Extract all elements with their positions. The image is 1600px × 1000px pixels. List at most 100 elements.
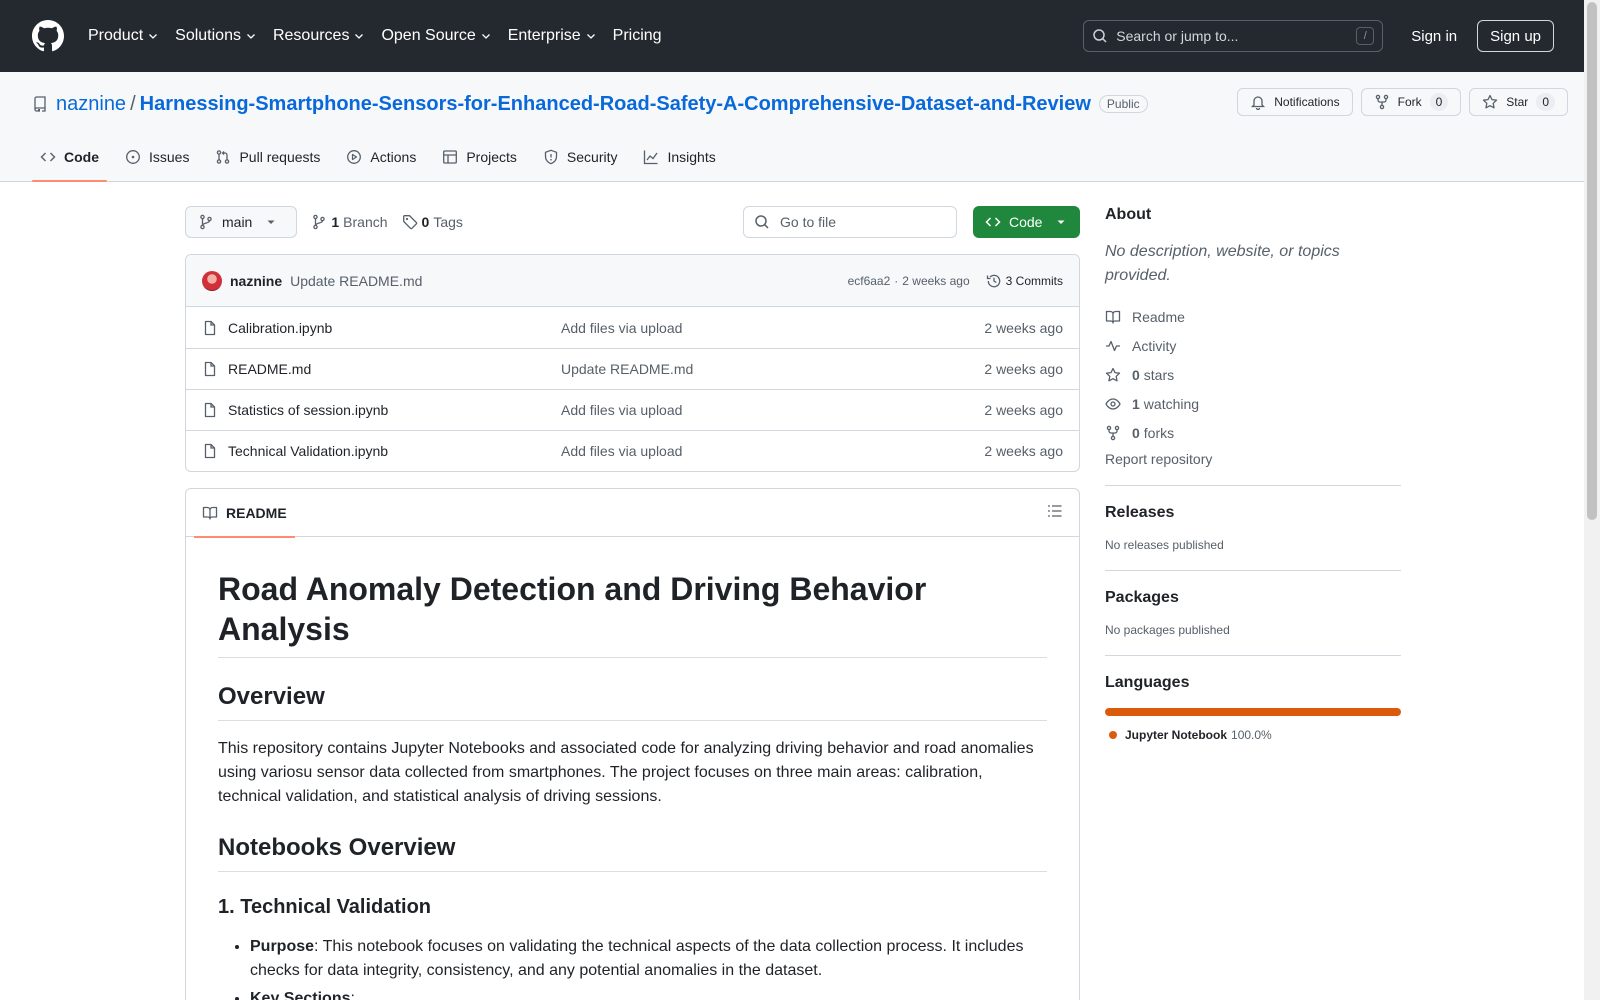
nav-product[interactable]: Product	[88, 27, 159, 45]
forks-link[interactable]: 0 forks	[1105, 418, 1401, 447]
file-name-link[interactable]: Statistics of session.ipynb	[228, 402, 388, 418]
tag-count: 0	[421, 214, 430, 230]
code-icon	[40, 149, 64, 165]
header-actions: Search or jump to... / Sign in Sign up	[1083, 0, 1554, 72]
file-icon	[202, 361, 228, 377]
file-commit-link[interactable]: Add files via upload	[561, 402, 682, 418]
language-name: Jupyter Notebook	[1125, 728, 1228, 742]
tab-security[interactable]: Security	[535, 133, 626, 181]
nav-enterprise[interactable]: Enterprise	[508, 27, 597, 45]
repo-icon	[32, 96, 48, 112]
tags-link[interactable]: 0 Tags	[402, 214, 463, 230]
table-row: Calibration.ipynb Add files via upload 2…	[186, 307, 1079, 348]
overview-paragraph: This repository contains Jupyter Noteboo…	[218, 740, 1034, 805]
bell-icon	[1250, 94, 1274, 110]
fork-count: 0	[1429, 93, 1449, 111]
report-repository-link[interactable]: Report repository	[1105, 451, 1401, 467]
file-name-link[interactable]: README.md	[228, 361, 311, 377]
global-search-input[interactable]: Search or jump to... /	[1083, 20, 1384, 52]
nav-resources[interactable]: Resources	[273, 27, 365, 45]
language-item[interactable]: Jupyter Notebook 100.0%	[1105, 728, 1401, 742]
file-commit-link[interactable]: Add files via upload	[561, 320, 682, 336]
repo-name-link[interactable]: Harnessing-Smartphone-Sensors-for-Enhanc…	[140, 93, 1091, 116]
repo-owner-link[interactable]: naznine	[56, 93, 126, 116]
purpose-text: : This notebook focuses on validating th…	[250, 938, 1024, 979]
code-dropdown-button[interactable]: Code	[973, 206, 1080, 238]
eye-icon	[1105, 396, 1132, 412]
list-item: Purpose: This notebook focuses on valida…	[250, 935, 1047, 983]
commits-count: 3 Commits	[1005, 273, 1063, 288]
branch-selector-button[interactable]: main	[185, 206, 298, 238]
file-commit-link[interactable]: Add files via upload	[561, 443, 682, 459]
nav-solutions[interactable]: Solutions	[175, 27, 257, 45]
branches-link[interactable]: 1 Branch	[311, 214, 388, 230]
commit-meta: ecf6aa2 · 2 weeks ago 3 Commits	[848, 273, 1063, 289]
activity-link[interactable]: Activity	[1105, 331, 1401, 360]
commit-hash-link[interactable]: ecf6aa2	[848, 274, 891, 288]
book-icon	[202, 505, 226, 521]
notifications-button[interactable]: Notifications	[1237, 88, 1353, 116]
nav-solutions-label: Solutions	[175, 27, 241, 44]
branch-count: 1	[331, 214, 340, 230]
chevron-down-icon	[147, 30, 159, 42]
scrollbar-thumb[interactable]	[1587, 2, 1597, 520]
code-button-label: Code	[1009, 214, 1043, 230]
tab-projects[interactable]: Projects	[434, 133, 525, 181]
pulse-icon	[1105, 338, 1132, 354]
tab-code[interactable]: Code	[32, 133, 107, 182]
tab-code-label: Code	[64, 149, 99, 165]
about-heading: About	[1105, 206, 1152, 223]
chevron-down-icon	[245, 30, 257, 42]
search-icon	[1092, 28, 1108, 44]
page-scrollbar[interactable]	[1584, 0, 1600, 1000]
global-nav: Product Solutions Resources Open Source …	[88, 27, 678, 45]
file-name-link[interactable]: Technical Validation.ipynb	[228, 443, 388, 459]
commits-history-link[interactable]: 3 Commits	[986, 273, 1063, 289]
tab-issues[interactable]: Issues	[117, 133, 197, 181]
releases-heading[interactable]: Releases	[1105, 504, 1401, 522]
tag-count-label: Tags	[433, 214, 463, 230]
table-row: Technical Validation.ipynb Add files via…	[186, 430, 1079, 471]
languages-heading: Languages	[1105, 674, 1190, 691]
fork-icon	[1105, 425, 1132, 441]
nav-pricing[interactable]: Pricing	[613, 27, 662, 45]
packages-heading[interactable]: Packages	[1105, 589, 1401, 607]
file-commit-link[interactable]: Update README.md	[561, 361, 693, 377]
stars-link[interactable]: 0 stars	[1105, 360, 1401, 389]
search-icon	[754, 214, 770, 230]
github-logo-icon[interactable]	[32, 20, 64, 52]
readme-tab[interactable]: README	[194, 489, 295, 538]
nav-open-source[interactable]: Open Source	[381, 27, 491, 45]
chevron-down-icon	[480, 30, 492, 42]
tab-pull-requests[interactable]: Pull requests	[207, 133, 328, 181]
go-to-file-placeholder: Go to file	[780, 214, 837, 230]
avatar[interactable]	[202, 270, 222, 291]
file-age: 2 weeks ago	[984, 402, 1063, 418]
chevron-down-icon	[353, 30, 365, 42]
packages-empty-text: No packages published	[1105, 623, 1230, 637]
file-age: 2 weeks ago	[984, 361, 1063, 377]
issue-icon	[125, 149, 149, 165]
file-name-link[interactable]: Calibration.ipynb	[228, 320, 332, 336]
key-sections-colon: :	[350, 990, 355, 1000]
technical-validation-list: Purpose: This notebook focuses on valida…	[218, 935, 1047, 1000]
activity-link-label: Activity	[1132, 337, 1177, 354]
commit-author-link[interactable]: naznine	[230, 273, 282, 289]
global-header: Product Solutions Resources Open Source …	[0, 0, 1600, 72]
readme-link[interactable]: Readme	[1105, 302, 1401, 331]
list-outline-icon[interactable]	[1047, 503, 1063, 522]
watching-link[interactable]: 1 watching	[1105, 389, 1401, 418]
sign-in-link[interactable]: Sign in	[1399, 28, 1469, 45]
tab-insights-label: Insights	[667, 149, 716, 165]
sign-up-button[interactable]: Sign up	[1477, 20, 1554, 52]
star-button[interactable]: Star 0	[1469, 88, 1568, 116]
tab-actions[interactable]: Actions	[338, 133, 424, 181]
table-row: Statistics of session.ipynb Add files vi…	[186, 389, 1079, 430]
go-to-file-input[interactable]: Go to file	[743, 206, 957, 238]
play-icon	[346, 149, 370, 165]
fork-button[interactable]: Fork 0	[1360, 88, 1462, 116]
tab-insights[interactable]: Insights	[635, 133, 723, 181]
commit-message-link[interactable]: Update README.md	[290, 273, 422, 289]
readme-link-label: Readme	[1132, 308, 1185, 325]
file-age: 2 weeks ago	[984, 443, 1063, 459]
